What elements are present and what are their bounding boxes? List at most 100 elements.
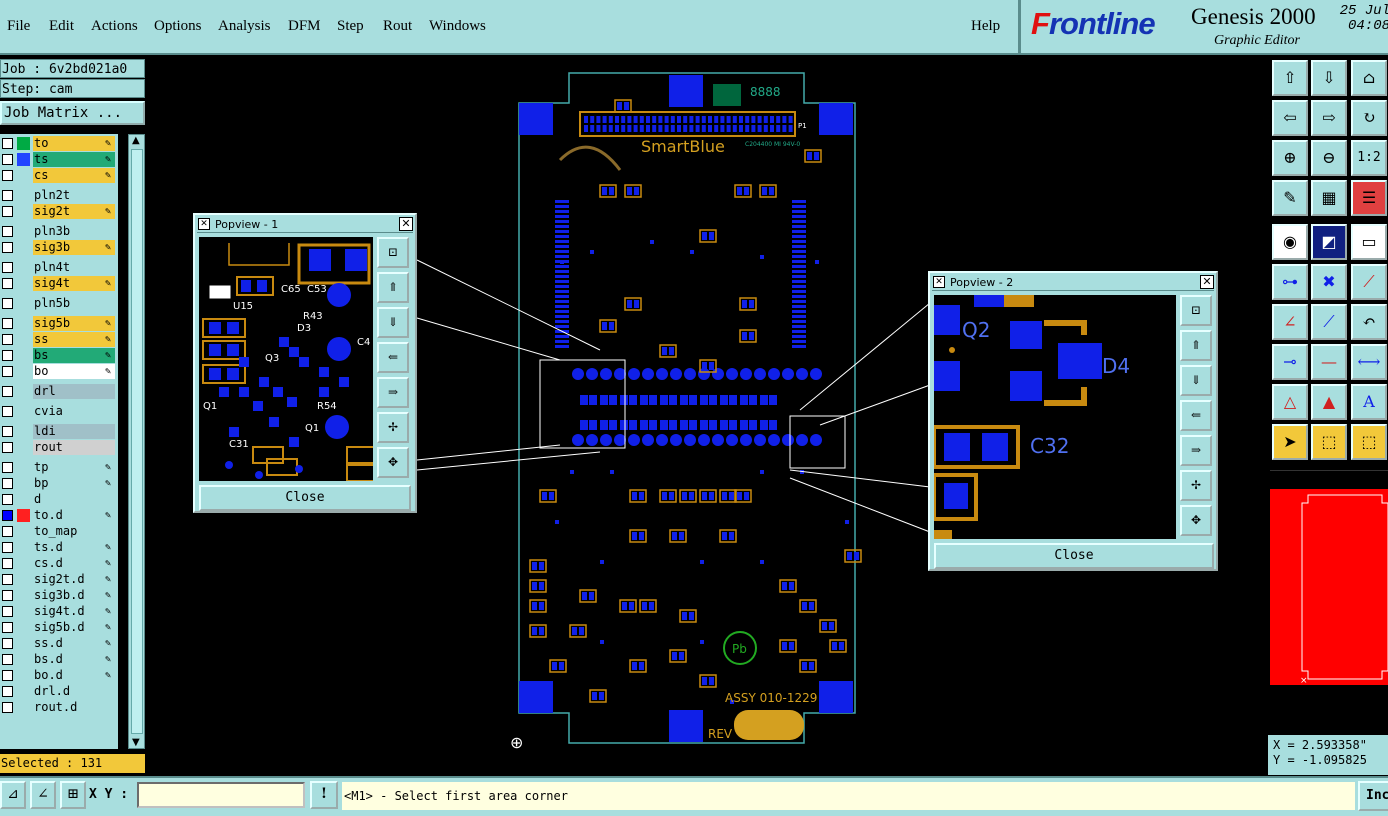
layer-row-sig3b-d[interactable]: sig3b.d ✎ [0,588,118,603]
layer-name[interactable]: sig5b ✎ [33,316,115,331]
layer-name[interactable]: bs ✎ [33,348,115,363]
layer-checkbox[interactable] [2,262,13,273]
menu-actions[interactable]: Actions [91,18,138,35]
zoom-fit-icon[interactable]: ⊡ [1180,295,1212,326]
layer-row-sig5b-d[interactable]: sig5b.d ✎ [0,620,118,635]
line-icon[interactable]: — [1311,344,1347,380]
select-box-icon[interactable]: ⬚ [1311,424,1347,460]
pan-down-icon[interactable]: ⇓ [1180,365,1212,396]
menu-rout[interactable]: Rout [383,18,412,35]
layer-name[interactable]: pln5b [33,296,115,311]
layer-row-tp[interactable]: tp ✎ [0,460,118,475]
popview-2-zoom[interactable]: Q2 D4 C32 [934,295,1176,539]
popview-2-close-button[interactable]: Close [934,543,1214,569]
layer-name[interactable]: bp ✎ [33,476,115,491]
layer-row-sig5b[interactable]: sig5b ✎ [0,316,118,331]
snap-mode-icon[interactable]: ⊿ [0,781,26,809]
measure-point-icon[interactable]: ◉ [1272,224,1308,260]
layer-checkbox[interactable] [2,170,13,181]
layer-name[interactable]: drl [33,384,115,399]
layer-row-bs-d[interactable]: bs.d ✎ [0,652,118,667]
layer-checkbox[interactable] [2,334,13,345]
layer-checkbox[interactable] [2,510,13,521]
layer-name[interactable]: bs.d ✎ [33,652,115,667]
layer-checkbox[interactable] [2,298,13,309]
layer-checkbox[interactable] [2,226,13,237]
layer-row-to[interactable]: to ✎ [0,136,118,151]
layer-name[interactable]: ts.d ✎ [33,540,115,555]
layer-row-bo[interactable]: bo ✎ [0,364,118,379]
layer-row-drl[interactable]: drl [0,384,118,399]
pan-up-icon[interactable]: ⇑ [1180,330,1212,361]
redraw-icon[interactable]: ↻ [1351,100,1387,136]
layer-checkbox[interactable] [2,478,13,489]
pan-up-icon[interactable]: ⇑ [377,272,409,303]
layer-checkbox[interactable] [2,242,13,253]
layer-row-cvia[interactable]: cvia [0,404,118,419]
layer-list-scrollbar[interactable]: ▲ ▼ [128,134,145,749]
triangle-icon[interactable]: △ [1272,384,1308,420]
layer-name[interactable]: ss.d ✎ [33,636,115,651]
layer-row-sig2t[interactable]: sig2t ✎ [0,204,118,219]
overview-map-svg[interactable]: × [1270,471,1388,731]
scroll-thumb[interactable] [131,149,143,734]
layer-row-ss[interactable]: ss ✎ [0,332,118,347]
angle-icon[interactable]: ∠ [1272,304,1308,340]
ruler-icon[interactable]: ▭ [1351,224,1387,260]
pan-down-icon[interactable]: ⇓ [377,307,409,338]
layer-row-cs[interactable]: cs ✎ [0,168,118,183]
home-down-icon[interactable]: ⇩ [1311,60,1347,96]
layer-checkbox[interactable] [2,154,13,165]
layer-row-sig4t-d[interactable]: sig4t.d ✎ [0,604,118,619]
pan-left-icon[interactable]: ⇦ [1272,100,1308,136]
layer-row-ss-d[interactable]: ss.d ✎ [0,636,118,651]
popview-2-close-icon[interactable]: ✕ [1200,275,1214,289]
zoom-in-icon[interactable]: ✢ [1180,470,1212,501]
layer-checkbox[interactable] [2,702,13,713]
layer-checkbox[interactable] [2,350,13,361]
zoom-out-icon[interactable]: ⊖ [1311,140,1347,176]
layer-row-ts-d[interactable]: ts.d ✎ [0,540,118,555]
layer-name[interactable]: bo ✎ [33,364,115,379]
xy-input[interactable] [137,782,305,808]
layer-checkbox[interactable] [2,622,13,633]
layer-row-to-d[interactable]: to.d ✎ [0,508,118,523]
layer-name[interactable]: d [33,492,115,507]
menu-options[interactable]: Options [154,18,202,35]
layer-checkbox[interactable] [2,190,13,201]
layer-checkbox[interactable] [2,590,13,601]
angle-mode-icon[interactable]: ∠ [30,781,56,809]
layer-name[interactable]: tp ✎ [33,460,115,475]
layer-row-bo-d[interactable]: bo.d ✎ [0,668,118,683]
layer-checkbox[interactable] [2,670,13,681]
pan-right-icon[interactable]: ⇒ [1180,435,1212,466]
layer-checkbox[interactable] [2,386,13,397]
layer-checkbox[interactable] [2,442,13,453]
triangle-text-icon[interactable]: A [1351,384,1387,420]
layer-name[interactable]: to.d ✎ [33,508,115,523]
layer-checkbox[interactable] [2,638,13,649]
layer-checkbox[interactable] [2,574,13,585]
layer-name[interactable]: sig5b.d ✎ [33,620,115,635]
layer-checkbox[interactable] [2,278,13,289]
layer-row-cs-d[interactable]: cs.d ✎ [0,556,118,571]
layer-name[interactable]: bo.d ✎ [33,668,115,683]
layer-checkbox[interactable] [2,542,13,553]
menu-edit[interactable]: Edit [49,18,74,35]
layer-checkbox[interactable] [2,206,13,217]
scroll-down-icon[interactable]: ▼ [132,737,140,748]
layer-row-ldi[interactable]: ldi [0,424,118,439]
layer-row-pln5b[interactable]: pln5b [0,296,118,311]
measure-area-icon[interactable]: ◩ [1311,224,1347,260]
layer-name[interactable]: sig3b ✎ [33,240,115,255]
layer-row-d[interactable]: d [0,492,118,507]
layer-name[interactable]: sig4t.d ✎ [33,604,115,619]
menu-dfm[interactable]: DFM [288,18,321,35]
zoom-out-icon[interactable]: ✥ [1180,505,1212,536]
layer-checkbox[interactable] [2,426,13,437]
layer-checkbox[interactable] [2,558,13,569]
menu-step[interactable]: Step [337,18,364,35]
pan-left-icon[interactable]: ⇐ [1180,400,1212,431]
layer-name[interactable]: pln3b [33,224,115,239]
layer-name[interactable]: ldi [33,424,115,439]
